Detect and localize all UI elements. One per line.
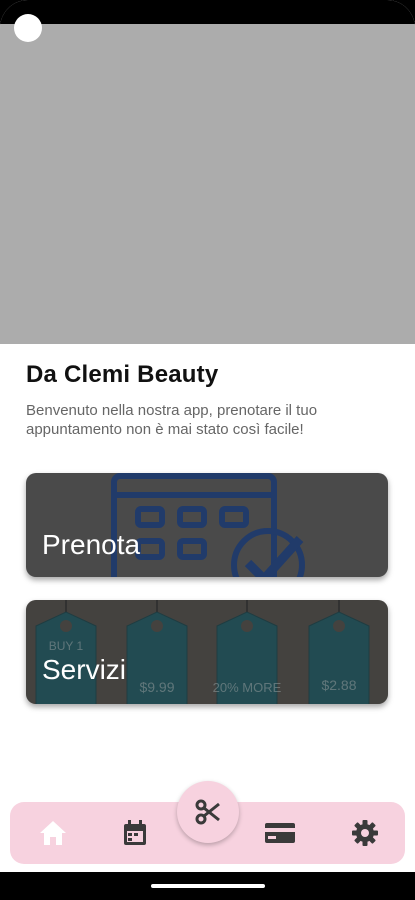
app-screen: Da Clemi Beauty Benvenuto nella nostra a…: [0, 0, 415, 900]
prenota-card[interactable]: Prenota: [26, 473, 388, 577]
page-title: Da Clemi Beauty: [26, 361, 219, 388]
nav-settings[interactable]: [348, 816, 382, 850]
calendar-icon: [124, 820, 146, 845]
gear-icon: [352, 820, 378, 846]
home-indicator[interactable]: [151, 884, 265, 888]
nav-home[interactable]: [36, 816, 70, 850]
nav-services-fab[interactable]: [177, 781, 239, 843]
nav-calendar[interactable]: [118, 816, 152, 850]
price-tags-image: BUY 1 $9.99 20% MORE $2.88: [26, 600, 388, 704]
welcome-text: Benvenuto nella nostra app, prenotare il…: [26, 402, 318, 438]
camera-cutout: [14, 14, 42, 42]
status-bar: [0, 0, 415, 24]
credit-card-icon: [265, 823, 295, 843]
hero-image-placeholder: [0, 24, 415, 344]
home-icon: [40, 821, 66, 845]
nav-payments[interactable]: [263, 816, 297, 850]
servizi-card[interactable]: BUY 1 $9.99 20% MORE $2.88 Servizi: [26, 600, 388, 704]
scissors-icon: [195, 799, 220, 825]
servizi-label: Servizi: [42, 654, 127, 685]
prenota-label: Prenota: [42, 529, 141, 560]
calendar-check-icon: [111, 473, 305, 577]
